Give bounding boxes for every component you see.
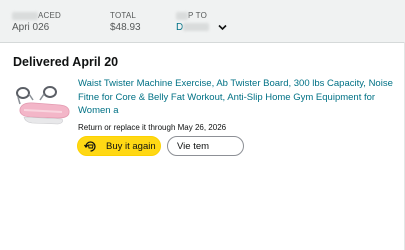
redacted-text bbox=[176, 11, 188, 20]
product-image[interactable] bbox=[10, 82, 72, 128]
buy-it-again-button[interactable]: Buy it again bbox=[77, 136, 161, 156]
ship-to-label: P TO bbox=[176, 11, 207, 20]
redacted-text bbox=[12, 11, 38, 20]
order-card: ACED Apri 026 TOTAL $48.93 P TO D Delive… bbox=[0, 0, 405, 250]
order-total-value: $48.93 bbox=[110, 22, 141, 33]
delivery-status: Delivered April 20 bbox=[13, 55, 119, 69]
buy-it-again-label: Buy it again bbox=[106, 141, 156, 152]
ship-to-name[interactable]: D bbox=[176, 22, 183, 33]
buy-again-icon bbox=[83, 141, 96, 152]
view-your-item-label: Vie tem bbox=[177, 141, 210, 152]
return-window-text: Return or replace it through May 26, 202… bbox=[78, 123, 227, 132]
order-placed-label: ACED bbox=[12, 11, 61, 20]
view-your-item-button[interactable]: Vie tem bbox=[167, 136, 244, 156]
redacted-text bbox=[183, 23, 210, 32]
order-placed-date: Apri 026 bbox=[12, 22, 50, 33]
order-header: ACED Apri 026 TOTAL $48.93 P TO D bbox=[0, 0, 405, 43]
chevron-down-icon[interactable] bbox=[218, 24, 227, 31]
product-title-link[interactable]: Waist Twister Machine Exercise, Ab Twist… bbox=[78, 77, 405, 118]
ship-to-recipient[interactable]: D bbox=[176, 22, 227, 33]
order-total-label: TOTAL bbox=[110, 11, 137, 20]
